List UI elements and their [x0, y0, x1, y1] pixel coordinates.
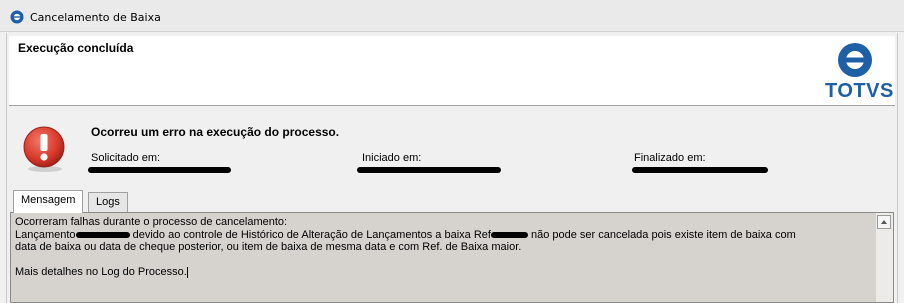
finished-value-redacted: [632, 167, 768, 173]
page-title: Execução concluída: [18, 41, 134, 55]
error-message-title: Ocorreu um erro na execução do processo.: [91, 125, 340, 139]
message-textarea[interactable]: Ocorreram falhas durante o processo de c…: [10, 212, 894, 303]
message-line-1: Ocorreram falhas durante o processo de c…: [15, 216, 288, 228]
started-label: Iniciado em:: [362, 152, 422, 164]
vertical-scrollbar[interactable]: [876, 213, 893, 302]
message-line-2-start: Lançamento: [15, 228, 76, 241]
finished-label: Finalizado em:: [634, 152, 706, 164]
requested-value-redacted: [88, 167, 231, 173]
totvs-logo-text: TOTVS: [825, 80, 894, 102]
message-line-3: data de baixa ou data de cheque posterio…: [15, 241, 522, 253]
window-titlebar: Cancelamento de Baixa: [0, 0, 904, 32]
text-cursor: [186, 266, 188, 278]
redacted-entry-id: [75, 231, 130, 238]
header-panel: [9, 36, 895, 106]
tab-logs[interactable]: Logs: [88, 192, 128, 212]
totvs-logo-icon: [10, 10, 24, 24]
requested-label: Solicitado em:: [91, 152, 161, 164]
redacted-ref-id: [490, 231, 528, 238]
tab-mensagem[interactable]: Mensagem: [13, 190, 84, 213]
error-exclamation-icon: [23, 126, 65, 172]
message-text: Ocorreram falhas durante o processo de c…: [15, 216, 865, 279]
message-line-2-middle: devido ao controle de Histórico de Alter…: [129, 228, 491, 241]
scroll-up-arrow-icon[interactable]: [877, 215, 891, 229]
message-line-5: Mais detalhes no Log do Processo.: [15, 266, 187, 278]
started-value-redacted: [357, 167, 501, 173]
message-line-2-end: não pode ser cancelada pois existe item …: [527, 228, 796, 241]
window-title: Cancelamento de Baixa: [30, 11, 161, 24]
totvs-logo-mark-icon: [838, 43, 872, 77]
